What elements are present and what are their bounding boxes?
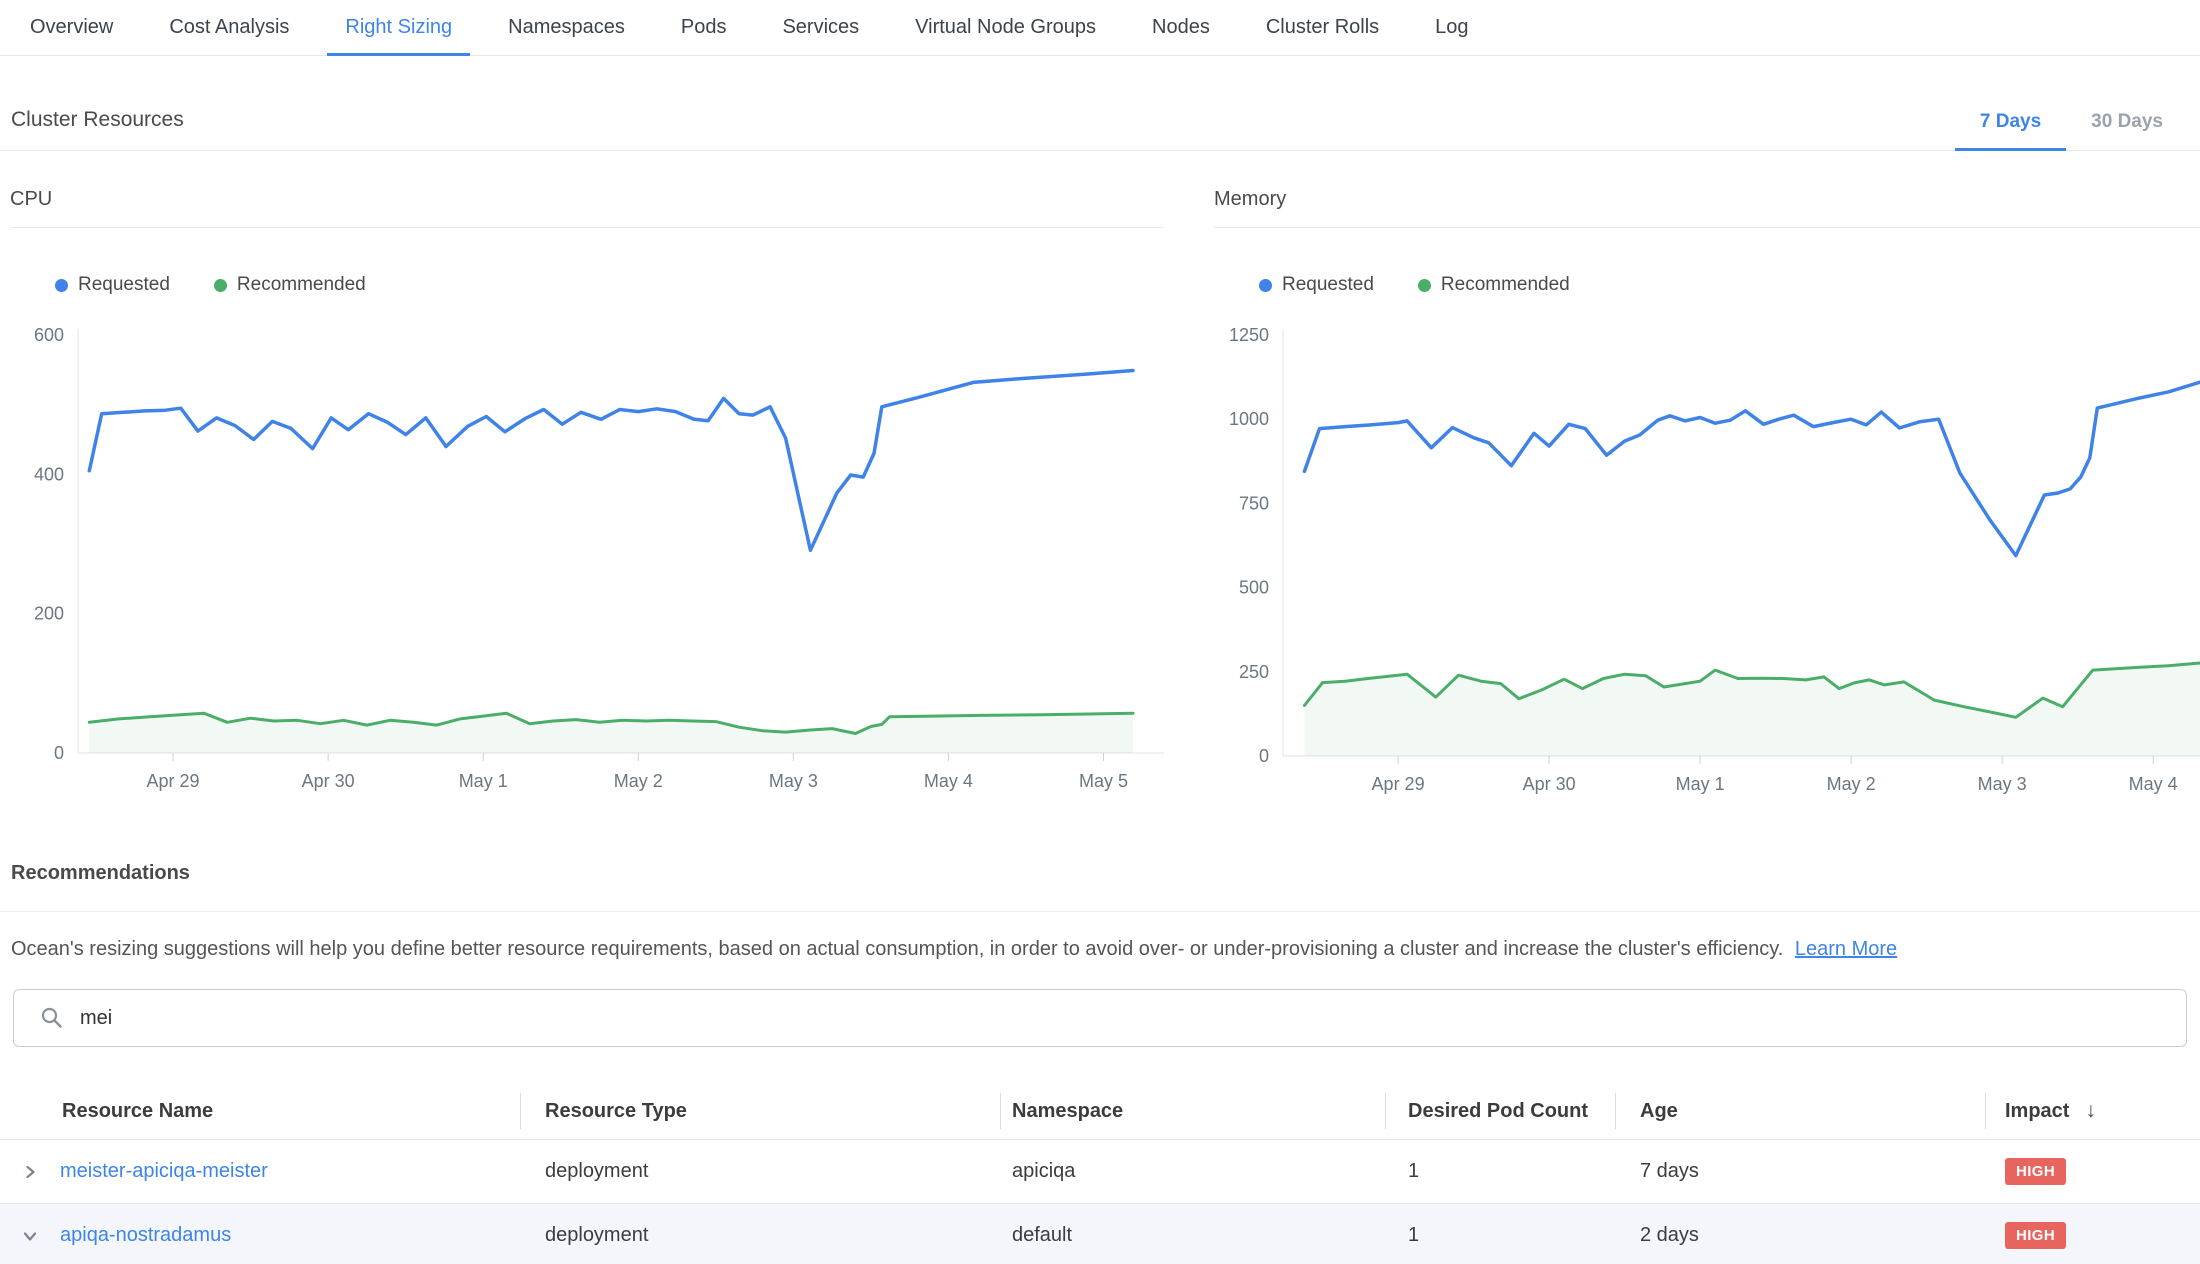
svg-text:Apr 30: Apr 30 [302, 771, 355, 791]
cluster-resources-header: Cluster Resources 7 Days 30 Days [0, 56, 2200, 151]
svg-text:May 1: May 1 [459, 771, 508, 791]
search-input[interactable] [80, 1007, 2172, 1030]
impact-high-badge: HIGH [2005, 1222, 2066, 1249]
svg-text:Apr 29: Apr 29 [1372, 774, 1425, 794]
range-7-days[interactable]: 7 Days [1955, 94, 2066, 150]
svg-text:May 1: May 1 [1676, 774, 1725, 794]
header-resource-name: Resource Name [60, 1083, 520, 1139]
header-desired-pod-count: Desired Pod Count [1385, 1083, 1615, 1139]
legend-label: Requested [1282, 274, 1374, 296]
header-resource-type: Resource Type [520, 1083, 1000, 1139]
cell-impact: HIGH [1985, 1158, 2200, 1185]
memory-chart: 0 250 500 750 1000 1250 Apr 29 Apr 30 May 1 May 2… [1214, 320, 2200, 798]
description-text: Ocean's resizing suggestions will help y… [11, 938, 1783, 960]
legend-item-recommended: Recommended [1418, 274, 1570, 296]
sort-descending-icon[interactable]: ↓ [2085, 1099, 2096, 1123]
tab-log[interactable]: Log [1407, 0, 1496, 55]
svg-text:May 4: May 4 [924, 771, 973, 791]
svg-text:May 3: May 3 [769, 771, 818, 791]
legend-label: Recommended [237, 274, 366, 296]
cell-resource-type: deployment [520, 1224, 1000, 1247]
svg-text:0: 0 [54, 743, 64, 763]
svg-text:0: 0 [1259, 746, 1269, 766]
resource-search-box [13, 989, 2187, 1047]
cell-resource-type: deployment [520, 1160, 1000, 1183]
recommended-series-dot-icon [214, 279, 227, 292]
recommendations-table: Resource Name Resource Type Namespace De… [0, 1083, 2200, 1264]
svg-text:May 4: May 4 [2129, 774, 2178, 794]
svg-text:500: 500 [1239, 578, 1269, 598]
cell-namespace: default [1000, 1224, 1385, 1247]
svg-text:May 3: May 3 [1978, 774, 2027, 794]
legend-label: Recommended [1441, 274, 1570, 296]
recommendations-heading: Recommendations [11, 862, 190, 885]
cell-desired-pod-count: 1 [1385, 1160, 1615, 1183]
top-tab-bar: Overview Cost Analysis Right Sizing Name… [0, 0, 2200, 56]
header-impact[interactable]: Impact ↓ [1985, 1083, 2200, 1139]
tab-cluster-rolls[interactable]: Cluster Rolls [1238, 0, 1407, 55]
cpu-chart-panel: CPU Requested Recommended 0 200 400 600 Apr … [10, 185, 1164, 798]
legend-item-recommended: Recommended [214, 274, 366, 296]
right-sizing-page: Overview Cost Analysis Right Sizing Name… [0, 0, 2200, 1264]
cpu-chart: 0 200 400 600 Apr 29 Apr 30 May 1 May 2 May 3 May… [10, 320, 1164, 798]
cell-desired-pod-count: 1 [1385, 1224, 1615, 1247]
svg-text:200: 200 [34, 604, 64, 624]
tab-nodes[interactable]: Nodes [1124, 0, 1238, 55]
expander-column-header [0, 1083, 60, 1139]
cell-namespace: apiciqa [1000, 1160, 1385, 1183]
table-row[interactable]: meister-apiciqa-meister deployment apici… [0, 1140, 2200, 1204]
search-icon [40, 1006, 64, 1030]
header-age: Age [1615, 1083, 1985, 1139]
svg-text:250: 250 [1239, 662, 1269, 682]
svg-text:Apr 29: Apr 29 [147, 771, 200, 791]
tab-right-sizing[interactable]: Right Sizing [317, 0, 480, 55]
memory-chart-panel: Memory Requested Recommended 0 250 500 750 1… [1214, 185, 2200, 798]
resource-name-link[interactable]: apiqa-nostradamus [60, 1224, 520, 1247]
memory-chart-title: Memory [1214, 185, 2200, 228]
range-30-days[interactable]: 30 Days [2066, 94, 2188, 150]
tab-namespaces[interactable]: Namespaces [480, 0, 653, 55]
impact-header-label: Impact [2005, 1100, 2069, 1123]
chevron-right-icon[interactable] [19, 1161, 41, 1183]
table-header-row: Resource Name Resource Type Namespace De… [0, 1083, 2200, 1140]
tab-pods[interactable]: Pods [653, 0, 755, 55]
requested-series-dot-icon [1259, 279, 1272, 292]
table-row[interactable]: apiqa-nostradamus deployment default 1 2… [0, 1204, 2200, 1264]
tab-virtual-node-groups[interactable]: Virtual Node Groups [887, 0, 1124, 55]
recommended-series-dot-icon [1418, 279, 1431, 292]
header-namespace: Namespace [1000, 1083, 1385, 1139]
cell-age: 7 days [1615, 1160, 1985, 1183]
memory-chart-legend: Requested Recommended [1259, 274, 2200, 296]
cell-age: 2 days [1615, 1224, 1985, 1247]
recommendations-description: Ocean's resizing suggestions will help y… [11, 934, 2180, 964]
resource-name-link[interactable]: meister-apiciqa-meister [60, 1160, 520, 1183]
svg-text:400: 400 [34, 464, 64, 484]
legend-item-requested: Requested [55, 274, 170, 296]
svg-text:May 5: May 5 [1079, 771, 1128, 791]
tab-overview[interactable]: Overview [2, 0, 141, 55]
svg-text:600: 600 [34, 325, 64, 345]
svg-text:750: 750 [1239, 493, 1269, 513]
cpu-chart-legend: Requested Recommended [55, 274, 1164, 296]
page-title: Cluster Resources [11, 108, 184, 132]
time-range-toggle: 7 Days 30 Days [1955, 94, 2188, 150]
tab-services[interactable]: Services [754, 0, 887, 55]
divider [0, 911, 2200, 912]
svg-text:May 2: May 2 [614, 771, 663, 791]
tab-cost-analysis[interactable]: Cost Analysis [141, 0, 317, 55]
cell-impact: HIGH [1985, 1222, 2200, 1249]
svg-text:May 2: May 2 [1827, 774, 1876, 794]
legend-item-requested: Requested [1259, 274, 1374, 296]
chevron-down-icon[interactable] [19, 1225, 41, 1247]
learn-more-link[interactable]: Learn More [1795, 938, 1897, 960]
svg-text:1250: 1250 [1229, 325, 1269, 345]
cpu-chart-title: CPU [10, 185, 1164, 228]
legend-label: Requested [78, 274, 170, 296]
svg-text:1000: 1000 [1229, 409, 1269, 429]
requested-series-dot-icon [55, 279, 68, 292]
svg-text:Apr 30: Apr 30 [1523, 774, 1576, 794]
impact-high-badge: HIGH [2005, 1158, 2066, 1185]
